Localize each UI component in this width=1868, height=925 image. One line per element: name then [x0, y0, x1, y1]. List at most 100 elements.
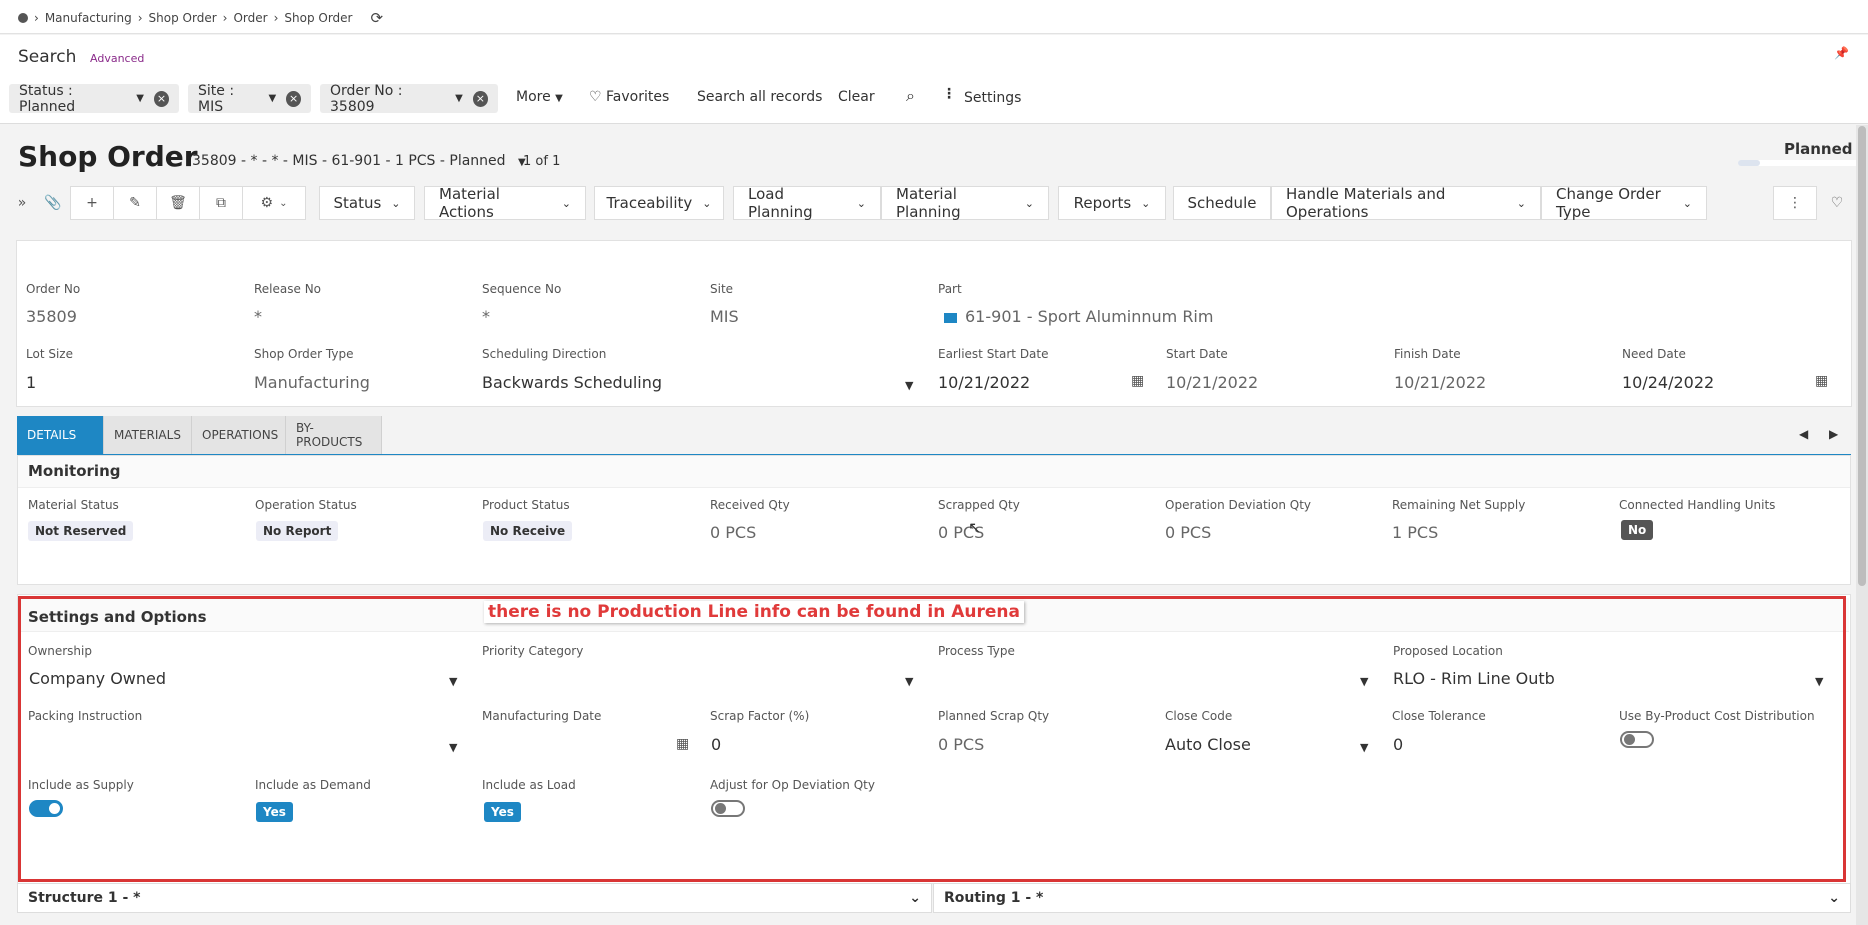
page-scrollbar-thumb[interactable]	[1858, 126, 1866, 586]
breadcrumb-manufacturing[interactable]: Manufacturing	[45, 11, 132, 25]
filter-chip-site[interactable]: Site : MIS ▼ ×	[188, 82, 311, 115]
traceability-button[interactable]: Traceability ⌄	[594, 186, 724, 220]
kebab-menu-icon[interactable]: ⋮	[942, 86, 956, 102]
release-no-value: *	[254, 307, 262, 326]
record-selector[interactable]: 35809 - * - * - MIS - 61-901 - 1 PCS - P…	[192, 153, 526, 169]
breadcrumb-order[interactable]: Order	[233, 11, 267, 25]
chevron-down-icon[interactable]: ⌄	[909, 890, 921, 906]
load-planning-button[interactable]: Load Planning ⌄	[733, 185, 881, 221]
earliest-start-label: Earliest Start Date	[938, 347, 1049, 361]
annotation-note: there is no Production Line info can be …	[484, 601, 1024, 623]
reports-button[interactable]: Reports ⌄	[1058, 186, 1166, 220]
heart-icon: ♡	[589, 89, 602, 105]
routing-section-header[interactable]: Routing 1 - * ⌄	[933, 883, 1851, 913]
part-label: Part	[938, 282, 962, 296]
structure-section-header[interactable]: Structure 1 - * ⌄	[17, 883, 932, 913]
finish-date-value: 10/21/2022	[1394, 373, 1487, 392]
tab-operations[interactable]: OPERATIONS	[192, 416, 286, 454]
chip-label: Site : MIS	[198, 82, 235, 115]
caret-down-icon[interactable]: ▼	[269, 93, 277, 104]
handle-materials-button[interactable]: Handle Materials and Operations ⌄	[1271, 185, 1541, 221]
need-date-input[interactable]: 10/24/2022	[1622, 373, 1714, 392]
chevron-right-icon: ›	[34, 11, 39, 25]
tab-scroll-right-icon[interactable]: ▶	[1829, 427, 1838, 441]
chevron-down-icon[interactable]: ⌄	[1828, 890, 1840, 906]
edit-icon[interactable]: ✎	[113, 186, 157, 220]
sequence-no-label: Sequence No	[482, 282, 562, 296]
remove-chip-icon[interactable]: ×	[154, 90, 169, 107]
search-icon[interactable]: ⌕	[906, 86, 915, 106]
part-icon	[944, 312, 957, 323]
earliest-start-input[interactable]: 10/21/2022	[938, 373, 1030, 392]
part-link[interactable]: 61-901 - Sport Aluminnum Rim	[944, 307, 1213, 326]
op-deviation-qty-value: 0 PCS	[1165, 523, 1212, 542]
received-qty-label: Received Qty	[710, 498, 790, 512]
more-actions-icon[interactable]: ⋮	[1773, 186, 1817, 220]
record-count: 1 of 1	[523, 154, 561, 169]
home-icon[interactable]	[18, 13, 28, 23]
pin-icon[interactable]: 📌	[1834, 46, 1849, 60]
tools-menu-button[interactable]: ⚙ ⌄	[242, 186, 306, 220]
remove-chip-icon[interactable]: ×	[286, 90, 301, 107]
clear-button[interactable]: Clear	[838, 89, 875, 105]
remove-chip-icon[interactable]: ×	[472, 90, 488, 107]
order-no-label: Order No	[26, 282, 81, 296]
scheduling-direction-label: Scheduling Direction	[482, 347, 607, 361]
delete-icon[interactable]: 🗑	[156, 186, 200, 220]
shop-order-type-label: Shop Order Type	[254, 347, 354, 361]
material-status-badge: Not Reserved	[28, 521, 134, 541]
remaining-net-supply-label: Remaining Net Supply	[1392, 498, 1526, 512]
status-progress	[1738, 160, 1860, 166]
refresh-icon[interactable]: ⟳	[370, 9, 383, 27]
material-planning-button[interactable]: Material Planning ⌄	[881, 185, 1049, 221]
connected-handling-units-badge: No	[1621, 520, 1654, 540]
filter-chip-status[interactable]: Status : Planned ▼ ×	[9, 83, 179, 115]
expand-icon[interactable]: »	[9, 186, 35, 220]
calendar-icon[interactable]: ▦	[1131, 373, 1144, 389]
chevron-right-icon: ›	[222, 11, 228, 25]
material-status-label: Material Status	[28, 498, 119, 512]
tab-by-products[interactable]: BY-PRODUCTS	[286, 416, 382, 454]
filter-chip-order-no[interactable]: Order No : 35809 ▼ ×	[320, 82, 498, 115]
change-order-type-button[interactable]: Change Order Type ⌄	[1541, 185, 1707, 221]
add-icon[interactable]: +	[70, 186, 114, 220]
routing-title: Routing 1 - *	[944, 890, 1044, 906]
breadcrumb-current: Shop Order	[284, 11, 353, 25]
op-deviation-qty-label: Operation Deviation Qty	[1165, 498, 1311, 512]
need-date-label: Need Date	[1622, 347, 1686, 361]
tab-details[interactable]: DETAILS	[17, 416, 104, 454]
settings-button[interactable]: Settings	[964, 90, 1021, 106]
chip-label: Order No : 35809	[330, 82, 403, 115]
calendar-icon[interactable]: ▦	[1815, 373, 1828, 389]
breadcrumb-shop-order[interactable]: Shop Order	[149, 11, 217, 25]
release-no-label: Release No	[254, 282, 322, 296]
schedule-button[interactable]: Schedule	[1173, 186, 1271, 220]
remaining-net-supply-value: 1 PCS	[1392, 523, 1439, 542]
more-filters-button[interactable]: More ▼	[516, 89, 563, 105]
caret-down-icon[interactable]: ▼	[455, 93, 463, 104]
tab-materials[interactable]: MATERIALS	[104, 416, 192, 454]
site-label: Site	[710, 282, 734, 296]
lot-size-label: Lot Size	[26, 347, 73, 361]
tab-scroll-left-icon[interactable]: ◀	[1799, 427, 1808, 441]
attachment-icon[interactable]: 📎	[36, 186, 70, 220]
lot-size-input[interactable]: 1	[26, 373, 36, 392]
status-menu-button[interactable]: Status ⌄	[319, 186, 415, 220]
material-actions-button[interactable]: Material Actions ⌄	[424, 185, 586, 221]
chevron-right-icon: ›	[273, 11, 279, 25]
advanced-search-link[interactable]: Advanced	[90, 52, 144, 65]
caret-down-icon[interactable]: ▼	[136, 93, 144, 104]
copy-icon[interactable]: ⧉	[199, 186, 243, 220]
status-label: Planned	[1784, 140, 1853, 158]
favorites-button[interactable]: ♡ Favorites	[589, 89, 669, 105]
search-title: Search	[18, 47, 77, 67]
sequence-no-value: *	[482, 307, 490, 326]
shop-order-type-value: Manufacturing	[254, 373, 370, 392]
page-title: Shop Order	[18, 140, 198, 173]
caret-down-icon[interactable]: ▼	[905, 379, 913, 392]
structure-title: Structure 1 - *	[28, 890, 141, 906]
favorite-heart-icon[interactable]: ♡	[1822, 186, 1852, 220]
scheduling-direction-select[interactable]: Backwards Scheduling	[482, 373, 662, 392]
search-all-button[interactable]: Search all records	[697, 89, 822, 105]
product-status-badge: No Receive	[483, 521, 573, 541]
